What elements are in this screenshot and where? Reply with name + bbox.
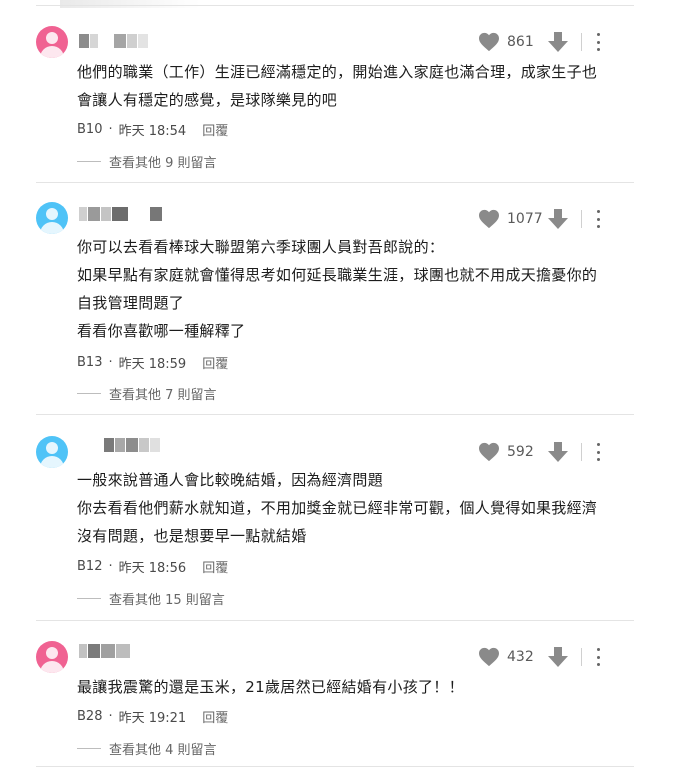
reply-button[interactable]: 回覆: [202, 120, 228, 139]
floor-number: B28: [77, 709, 103, 724]
view-more-replies-link[interactable]: 查看其他 7 則留言: [77, 384, 217, 403]
timestamp: 昨天 19:21: [118, 711, 187, 726]
divider: [581, 33, 582, 51]
timestamp: 昨天 18:54: [118, 124, 187, 139]
like-button[interactable]: 592: [478, 442, 547, 462]
like-count: 432: [507, 649, 534, 665]
heart-icon: [479, 209, 499, 229]
comment-meta: B10 · 昨天 18:54 回覆: [77, 120, 229, 139]
avatar[interactable]: [36, 202, 68, 234]
username-redacted[interactable]: [79, 438, 160, 452]
top-fade-decoration: [60, 0, 200, 8]
view-more-replies-link[interactable]: 查看其他 9 則留言: [77, 152, 217, 171]
reply-button[interactable]: 回覆: [202, 707, 228, 726]
comment-text: 一般來說普通人會比較晚結婚，因為經濟問題 你去看看他們薪水就知道，不用加獎金就已經…: [77, 471, 598, 545]
comment-text: 你可以去看看棒球大聯盟第六季球團人員對吾郎說的： 如果早點有家庭就會懂得思考如何延…: [77, 238, 598, 340]
heart-icon: [479, 32, 499, 52]
view-more-replies-link[interactable]: 查看其他 4 則留言: [77, 739, 217, 758]
heart-icon: [479, 647, 499, 667]
username-redacted[interactable]: [79, 644, 130, 658]
divider: [581, 648, 582, 666]
more-vertical-icon[interactable]: [595, 443, 601, 461]
comment-meta: B28 · 昨天 19:21 回覆: [77, 707, 229, 726]
divider: [581, 210, 582, 228]
floor-number: B10: [77, 122, 103, 137]
comment-meta: B13 · 昨天 18:59 回覆: [77, 353, 229, 372]
timestamp: 昨天 18:59: [118, 357, 187, 372]
divider: [36, 182, 634, 183]
more-vertical-icon[interactable]: [595, 648, 601, 666]
comment-text: 他們的職業（工作）生涯已經滿穩定的，開始進入家庭也滿合理，成家生子也 會讓人有穩定…: [77, 63, 598, 109]
divider: [36, 5, 634, 6]
comment-actions: 432: [478, 645, 601, 669]
like-count: 1077: [507, 211, 543, 227]
thumb-down-arrow-icon[interactable]: [547, 31, 569, 53]
thumb-down-arrow-icon[interactable]: [547, 208, 569, 230]
like-count: 861: [507, 34, 534, 50]
comment-actions: 592: [478, 440, 601, 464]
like-button[interactable]: 1077: [478, 209, 547, 229]
username-redacted[interactable]: [79, 207, 162, 221]
comment-actions: 1077: [478, 207, 601, 231]
thumb-down-arrow-icon[interactable]: [547, 441, 569, 463]
avatar[interactable]: [36, 26, 68, 58]
avatar[interactable]: [36, 436, 68, 468]
divider: [36, 414, 634, 415]
reply-button[interactable]: 回覆: [202, 353, 228, 372]
floor-number: B13: [77, 355, 103, 370]
timestamp: 昨天 18:56: [118, 561, 187, 576]
divider: [36, 620, 634, 621]
username-redacted[interactable]: [79, 34, 148, 48]
divider: [581, 443, 582, 461]
more-vertical-icon[interactable]: [595, 33, 601, 51]
divider: [36, 766, 634, 767]
heart-icon: [479, 442, 499, 462]
like-button[interactable]: 432: [478, 647, 547, 667]
comment-text: 最讓我震驚的還是玉米，21歲居然已經結婚有小孩了！！: [77, 678, 464, 696]
comment-actions: 861: [478, 30, 601, 54]
reply-button[interactable]: 回覆: [202, 557, 228, 576]
avatar[interactable]: [36, 641, 68, 673]
like-count: 592: [507, 444, 534, 460]
comment-meta: B12 · 昨天 18:56 回覆: [77, 557, 229, 576]
thumb-down-arrow-icon[interactable]: [547, 646, 569, 668]
more-vertical-icon[interactable]: [595, 210, 601, 228]
like-button[interactable]: 861: [478, 32, 547, 52]
floor-number: B12: [77, 559, 103, 574]
view-more-replies-link[interactable]: 查看其他 15 則留言: [77, 589, 225, 608]
